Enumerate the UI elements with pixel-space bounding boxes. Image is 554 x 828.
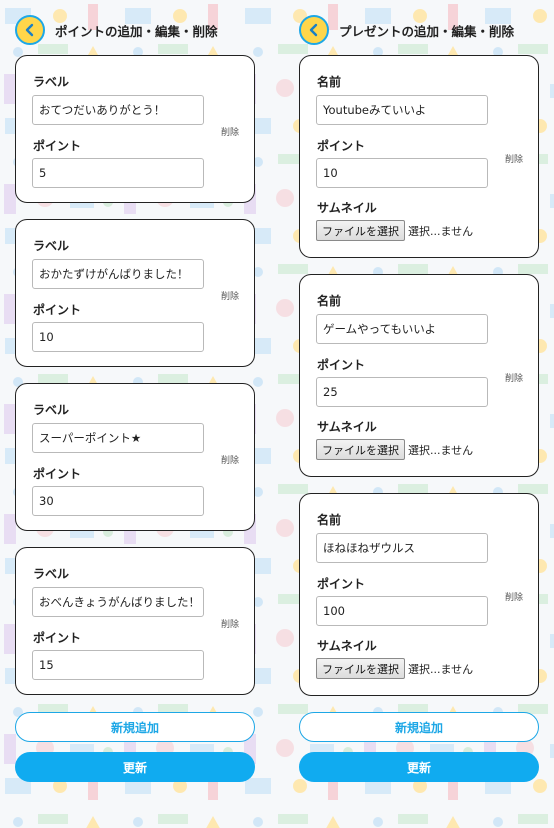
delete-button[interactable]: 削除 [221, 125, 239, 138]
choose-file-button[interactable]: ファイルを選択 [316, 220, 405, 241]
point-heading: ポイント [317, 577, 366, 591]
point-input[interactable] [316, 596, 488, 626]
name-heading: 名前 [317, 513, 342, 527]
name-heading: 名前 [317, 75, 342, 89]
label-heading: ラベル [33, 239, 70, 253]
delete-button[interactable]: 削除 [221, 289, 239, 302]
page-title: プレゼントの追加・編集・削除 [339, 23, 515, 39]
point-input[interactable] [32, 650, 204, 680]
label-heading: ラベル [33, 403, 70, 417]
delete-button[interactable]: 削除 [505, 152, 523, 165]
page-title: ポイントの追加・編集・削除 [55, 23, 218, 39]
point-input[interactable] [32, 158, 204, 188]
choose-file-button[interactable]: ファイルを選択 [316, 658, 405, 679]
label-input[interactable] [32, 587, 204, 617]
add-new-button[interactable]: 新規追加 [15, 712, 255, 742]
name-input[interactable] [316, 533, 488, 563]
point-input[interactable] [32, 486, 204, 516]
name-input[interactable] [316, 314, 488, 344]
point-card: ラベル ポイント 削除 [15, 383, 255, 531]
label-input[interactable] [32, 95, 204, 125]
name-heading: 名前 [317, 294, 342, 308]
label-input[interactable] [32, 423, 204, 453]
add-new-button[interactable]: 新規追加 [299, 712, 539, 742]
file-status: 選択...ません [408, 224, 474, 238]
point-heading: ポイント [33, 303, 82, 317]
label-heading: ラベル [33, 75, 70, 89]
present-card: 名前 ポイント サムネイル ファイルを選択 選択...ません 削除 [299, 274, 539, 477]
present-card: 名前 ポイント サムネイル ファイルを選択 選択...ません 削除 [299, 55, 539, 258]
choose-file-button[interactable]: ファイルを選択 [316, 439, 405, 460]
delete-button[interactable]: 削除 [505, 371, 523, 384]
file-status: 選択...ません [408, 662, 474, 676]
thumbnail-heading: サムネイル [317, 420, 377, 434]
label-input[interactable] [32, 259, 204, 289]
delete-button[interactable]: 削除 [221, 617, 239, 630]
delete-button[interactable]: 削除 [505, 590, 523, 603]
thumbnail-heading: サムネイル [317, 639, 377, 653]
thumbnail-heading: サムネイル [317, 201, 377, 215]
presents-header: プレゼントの追加・編集・削除 [299, 0, 539, 60]
points-panel: ポイントの追加・編集・削除 ラベル ポイント 削除 ラベル ポイント 削除 ラベ… [15, 0, 255, 782]
update-button[interactable]: 更新 [299, 752, 539, 782]
file-status: 選択...ません [408, 443, 474, 457]
present-card: 名前 ポイント サムネイル ファイルを選択 選択...ません 削除 [299, 493, 539, 696]
point-card: ラベル ポイント 削除 [15, 547, 255, 695]
thumbnail-file-picker: ファイルを選択 選択...ません [316, 220, 473, 241]
point-heading: ポイント [317, 139, 366, 153]
point-heading: ポイント [317, 358, 366, 372]
point-heading: ポイント [33, 467, 82, 481]
delete-button[interactable]: 削除 [221, 453, 239, 466]
label-heading: ラベル [33, 567, 70, 581]
presents-panel: プレゼントの追加・編集・削除 名前 ポイント サムネイル ファイルを選択 選択.… [299, 0, 539, 782]
chevron-left-icon [309, 23, 318, 37]
point-input[interactable] [32, 322, 204, 352]
back-button[interactable] [299, 15, 329, 45]
point-card: ラベル ポイント 削除 [15, 55, 255, 203]
update-button[interactable]: 更新 [15, 752, 255, 782]
point-input[interactable] [316, 377, 488, 407]
name-input[interactable] [316, 95, 488, 125]
point-heading: ポイント [33, 139, 82, 153]
back-button[interactable] [15, 15, 45, 45]
thumbnail-file-picker: ファイルを選択 選択...ません [316, 658, 473, 679]
point-card: ラベル ポイント 削除 [15, 219, 255, 367]
point-heading: ポイント [33, 631, 82, 645]
point-input[interactable] [316, 158, 488, 188]
chevron-left-icon [25, 23, 34, 37]
thumbnail-file-picker: ファイルを選択 選択...ません [316, 439, 473, 460]
points-header: ポイントの追加・編集・削除 [15, 0, 255, 60]
